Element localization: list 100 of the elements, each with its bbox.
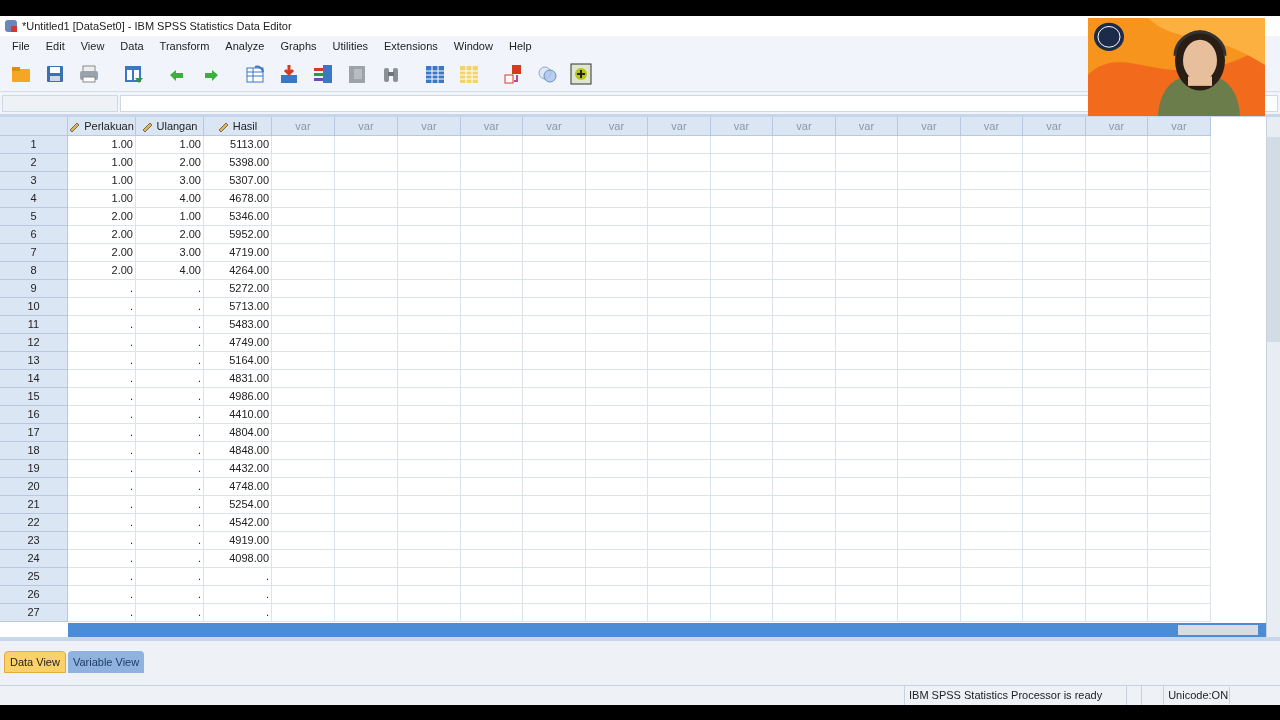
table-cell[interactable]: . — [136, 406, 204, 424]
table-cell[interactable]: 4410.00 — [204, 406, 272, 424]
table-cell[interactable]: 4719.00 — [204, 244, 272, 262]
row-number[interactable]: 17 — [0, 424, 68, 442]
table-cell[interactable]: 4098.00 — [204, 550, 272, 568]
view-tab[interactable]: Data View — [4, 651, 66, 673]
table-cell[interactable]: 3.00 — [136, 244, 204, 262]
table-cell[interactable]: . — [136, 496, 204, 514]
table-cell[interactable]: 4749.00 — [204, 334, 272, 352]
table-cell[interactable]: . — [68, 406, 136, 424]
row-number[interactable]: 5 — [0, 208, 68, 226]
table-cell[interactable]: 5483.00 — [204, 316, 272, 334]
table-cell[interactable]: 2.00 — [136, 226, 204, 244]
table-cell[interactable]: . — [68, 424, 136, 442]
table-cell[interactable]: 5952.00 — [204, 226, 272, 244]
menu-item[interactable]: Analyze — [217, 38, 273, 54]
row-number[interactable]: 2 — [0, 154, 68, 172]
table-cell[interactable]: 5307.00 — [204, 172, 272, 190]
row-number[interactable]: 4 — [0, 190, 68, 208]
table-cell[interactable]: . — [204, 604, 272, 622]
table-cell[interactable]: 5254.00 — [204, 496, 272, 514]
row-number[interactable]: 1 — [0, 136, 68, 154]
row-number[interactable]: 20 — [0, 478, 68, 496]
table-cell[interactable]: 4748.00 — [204, 478, 272, 496]
table-cell[interactable]: 3.00 — [136, 172, 204, 190]
table-cell[interactable]: . — [136, 316, 204, 334]
row-number[interactable]: 3 — [0, 172, 68, 190]
row-number[interactable]: 22 — [0, 514, 68, 532]
table-cell[interactable]: . — [136, 460, 204, 478]
horizontal-scrollbar[interactable] — [68, 623, 1266, 637]
table-cell[interactable]: 4.00 — [136, 262, 204, 280]
row-number[interactable]: 27 — [0, 604, 68, 622]
vertical-scrollbar[interactable] — [1266, 117, 1280, 637]
table-cell[interactable]: 5113.00 — [204, 136, 272, 154]
table-cell[interactable]: . — [68, 586, 136, 604]
table-cell[interactable]: 5398.00 — [204, 154, 272, 172]
table-cell[interactable]: . — [136, 298, 204, 316]
table-cell[interactable]: . — [136, 334, 204, 352]
menu-item[interactable]: Utilities — [324, 38, 376, 54]
row-number[interactable]: 25 — [0, 568, 68, 586]
table-cell[interactable]: 1.00 — [136, 136, 204, 154]
column-header[interactable]: Perlakuan — [68, 117, 136, 136]
row-number[interactable]: 12 — [0, 334, 68, 352]
row-number[interactable]: 11 — [0, 316, 68, 334]
table-cell[interactable]: . — [68, 550, 136, 568]
row-number[interactable]: 6 — [0, 226, 68, 244]
table-cell[interactable]: 2.00 — [68, 262, 136, 280]
table-cell[interactable]: . — [68, 460, 136, 478]
table-cell[interactable]: . — [136, 280, 204, 298]
table-cell[interactable]: 2.00 — [68, 208, 136, 226]
row-number[interactable]: 24 — [0, 550, 68, 568]
table-cell[interactable]: 2.00 — [136, 154, 204, 172]
menu-item[interactable]: Data — [112, 38, 152, 54]
table-cell[interactable]: 5713.00 — [204, 298, 272, 316]
insert-cases-icon[interactable] — [278, 62, 300, 85]
view-tab[interactable]: Variable View — [67, 651, 145, 673]
table-cell[interactable]: 2.00 — [68, 226, 136, 244]
menu-item[interactable]: Graphs — [272, 38, 325, 54]
table-cell[interactable]: 1.00 — [68, 154, 136, 172]
table-cell[interactable]: . — [136, 604, 204, 622]
table-cell[interactable]: . — [68, 604, 136, 622]
table-cell[interactable]: . — [68, 442, 136, 460]
table-cell[interactable]: . — [136, 586, 204, 604]
table-cell[interactable]: 4831.00 — [204, 370, 272, 388]
table-cell[interactable]: 2.00 — [68, 244, 136, 262]
row-number[interactable]: 14 — [0, 370, 68, 388]
table-cell[interactable]: 1.00 — [68, 136, 136, 154]
table-cell[interactable]: 5272.00 — [204, 280, 272, 298]
table-cell[interactable]: . — [68, 370, 136, 388]
row-number[interactable]: 23 — [0, 532, 68, 550]
column-header[interactable]: Ulangan — [136, 117, 204, 136]
row-number[interactable]: 7 — [0, 244, 68, 262]
table-cell[interactable]: . — [68, 568, 136, 586]
table-cell[interactable]: . — [68, 496, 136, 514]
row-number[interactable]: 9 — [0, 280, 68, 298]
table-cell[interactable]: . — [136, 424, 204, 442]
cell-name-field[interactable] — [2, 94, 118, 112]
scrollbar-thumb[interactable] — [1178, 625, 1258, 635]
table-cell[interactable]: 1.00 — [68, 172, 136, 190]
table-cell[interactable]: . — [136, 478, 204, 496]
table-cell[interactable]: 5164.00 — [204, 352, 272, 370]
table-cell[interactable]: . — [204, 586, 272, 604]
column-header[interactable]: Hasil — [204, 117, 272, 136]
row-number[interactable]: 18 — [0, 442, 68, 460]
table-cell[interactable]: . — [136, 370, 204, 388]
variables-icon[interactable] — [312, 62, 334, 85]
table-cell[interactable]: 4986.00 — [204, 388, 272, 406]
menu-item[interactable]: Edit — [37, 38, 73, 54]
menu-item[interactable]: Window — [445, 38, 501, 54]
row-number[interactable]: 10 — [0, 298, 68, 316]
print-icon[interactable] — [78, 62, 100, 85]
table-cell[interactable]: 1.00 — [68, 190, 136, 208]
menu-item[interactable]: Transform — [151, 38, 218, 54]
add-icon[interactable] — [570, 62, 592, 85]
table-cell[interactable]: . — [136, 532, 204, 550]
table-cell[interactable]: . — [136, 568, 204, 586]
table-cell[interactable]: . — [68, 316, 136, 334]
table-cell[interactable]: 1.00 — [136, 208, 204, 226]
table-cell[interactable]: . — [136, 388, 204, 406]
table-cell[interactable]: 5346.00 — [204, 208, 272, 226]
